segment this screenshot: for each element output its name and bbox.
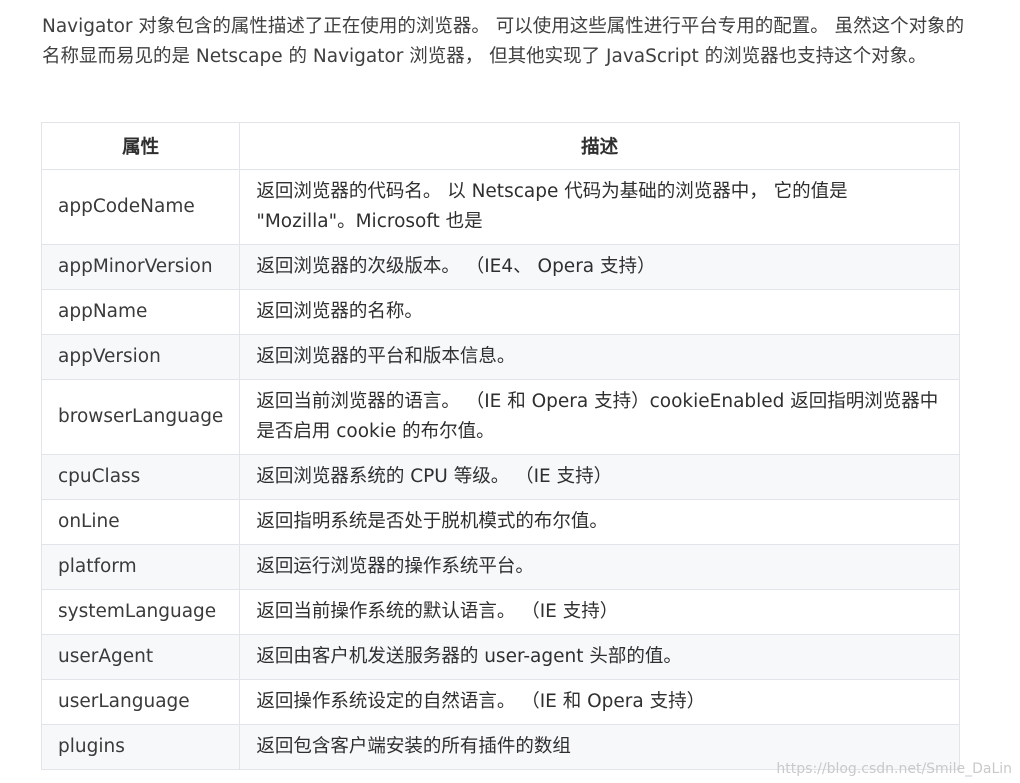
table-row: onLine 返回指明系统是否处于脱机模式的布尔值。	[40, 499, 960, 545]
property-name: platform	[40, 544, 241, 590]
header-property: 属性	[40, 122, 241, 170]
table-row: appMinorVersion 返回浏览器的次级版本。 （IE4、 Opera …	[40, 244, 960, 290]
property-name: appName	[40, 289, 241, 335]
property-description: 返回当前浏览器的语言。 （IE 和 Opera 支持）cookieEnabled…	[239, 379, 960, 455]
table-row: appVersion 返回浏览器的平台和版本信息。	[40, 334, 960, 380]
property-name: appVersion	[40, 334, 241, 380]
table-row: browserLanguage 返回当前浏览器的语言。 （IE 和 Opera …	[40, 379, 960, 455]
table-row: userAgent 返回由客户机发送服务器的 user-agent 头部的值。	[40, 634, 960, 680]
property-name: userAgent	[40, 634, 241, 680]
property-name: onLine	[40, 499, 241, 545]
property-description: 返回浏览器的平台和版本信息。	[239, 334, 960, 380]
navigator-properties-table: 属性 描述 appCodeName 返回浏览器的代码名。 以 Netscape …	[40, 122, 960, 770]
property-description: 返回浏览器系统的 CPU 等级。 （IE 支持）	[239, 454, 960, 500]
property-name: systemLanguage	[40, 589, 241, 635]
table-row: appName 返回浏览器的名称。	[40, 289, 960, 335]
property-description: 返回操作系统设定的自然语言。 （IE 和 Opera 支持）	[239, 679, 960, 725]
property-name: userLanguage	[40, 679, 241, 725]
watermark: https://blog.csdn.net/Smile_DaLin	[776, 761, 1012, 777]
property-description: 返回当前操作系统的默认语言。 （IE 支持）	[239, 589, 960, 635]
table-row: appCodeName 返回浏览器的代码名。 以 Netscape 代码为基础的…	[40, 169, 960, 245]
table-row: platform 返回运行浏览器的操作系统平台。	[40, 544, 960, 590]
property-description: 返回浏览器的次级版本。 （IE4、 Opera 支持）	[239, 244, 960, 290]
property-description: 返回浏览器的代码名。 以 Netscape 代码为基础的浏览器中， 它的值是 "…	[239, 169, 960, 245]
table-row: cpuClass 返回浏览器系统的 CPU 等级。 （IE 支持）	[40, 454, 960, 500]
property-name: cpuClass	[40, 454, 241, 500]
intro-paragraph: Navigator 对象包含的属性描述了正在使用的浏览器。 可以使用这些属性进行…	[42, 16, 965, 67]
table-row: userLanguage 返回操作系统设定的自然语言。 （IE 和 Opera …	[40, 679, 960, 725]
property-name: browserLanguage	[40, 379, 241, 455]
header-description: 描述	[239, 122, 960, 170]
table-header-row: 属性 描述	[40, 122, 960, 170]
property-description: 返回指明系统是否处于脱机模式的布尔值。	[239, 499, 960, 545]
property-name: appCodeName	[40, 169, 241, 245]
property-name: appMinorVersion	[40, 244, 241, 290]
table-row: systemLanguage 返回当前操作系统的默认语言。 （IE 支持）	[40, 589, 960, 635]
property-description: 返回浏览器的名称。	[239, 289, 960, 335]
property-description: 返回运行浏览器的操作系统平台。	[239, 544, 960, 590]
property-description: 返回由客户机发送服务器的 user-agent 头部的值。	[239, 634, 960, 680]
property-name: plugins	[40, 724, 241, 770]
